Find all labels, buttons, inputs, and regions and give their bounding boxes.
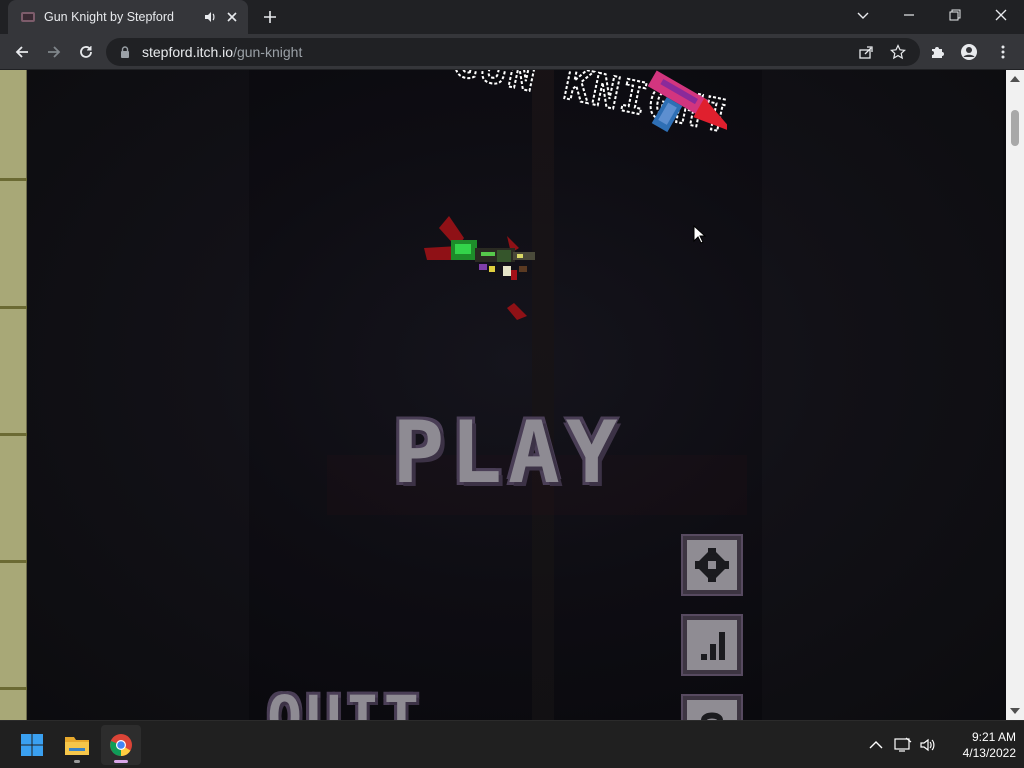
settings-button[interactable] xyxy=(683,536,741,594)
game-logo: GUN KNIGHT xyxy=(447,70,727,145)
menu-button[interactable] xyxy=(990,39,1016,65)
windows-taskbar: 9:21 AM 4/13/2022 xyxy=(0,720,1024,768)
browser-tab-bar: Gun Knight by Stepford xyxy=(0,0,1024,34)
clock-time: 9:21 AM xyxy=(971,730,1016,744)
puzzle-icon xyxy=(932,47,944,58)
url-host: stepford.itch.io xyxy=(142,44,234,60)
lock-icon[interactable] xyxy=(118,45,132,59)
strip-seam xyxy=(0,433,27,436)
strip-seam xyxy=(0,178,27,181)
taskbar-chrome[interactable] xyxy=(101,725,141,765)
url-text: stepford.itch.io/gun-knight xyxy=(142,44,302,60)
windows-start-icon xyxy=(21,734,43,756)
chevron-down-icon xyxy=(857,12,869,19)
tab-gun-knight[interactable]: Gun Knight by Stepford xyxy=(8,0,248,34)
bookmark-button[interactable] xyxy=(885,39,911,65)
bg-pillar xyxy=(762,70,1003,720)
knight-sprite xyxy=(424,216,535,320)
close-icon xyxy=(995,9,1007,21)
url-path: /gun-knight xyxy=(233,44,303,60)
new-tab-button[interactable] xyxy=(258,6,282,28)
share-button[interactable] xyxy=(853,39,879,65)
profile-button[interactable] xyxy=(956,39,982,65)
start-button[interactable] xyxy=(12,725,52,765)
strip-seam xyxy=(0,560,27,563)
reload-button[interactable] xyxy=(73,39,99,65)
active-indicator xyxy=(114,760,128,763)
tab-title: Gun Knight by Stepford xyxy=(44,10,174,24)
bg-beam xyxy=(532,70,554,720)
play-label: PLAY xyxy=(392,403,624,503)
taskbar-file-explorer[interactable] xyxy=(57,725,97,765)
browser-toolbar: stepford.itch.io/gun-knight xyxy=(0,34,1024,70)
audio-playing-icon[interactable] xyxy=(202,9,218,25)
tab-close-icon[interactable] xyxy=(224,9,240,25)
restore-icon xyxy=(949,9,961,21)
tab-search-button[interactable] xyxy=(840,0,886,30)
plus-icon xyxy=(264,11,276,23)
web-page: GUN KNIGHT PLAY QUIT xyxy=(0,70,1024,720)
network-button[interactable] xyxy=(891,733,915,757)
minimize-icon xyxy=(904,14,914,16)
account-icon xyxy=(961,44,977,60)
page-side-strip xyxy=(0,70,27,720)
quit-label: QUIT xyxy=(267,683,423,720)
chevron-up-icon xyxy=(869,741,883,749)
back-button[interactable] xyxy=(9,39,35,65)
quit-button[interactable]: QUIT xyxy=(265,688,425,720)
bg-pillar xyxy=(27,70,249,720)
system-clock[interactable]: 9:21 AM 4/13/2022 xyxy=(940,729,1016,761)
reload-icon xyxy=(80,46,92,58)
scroll-down-arrow-icon[interactable] xyxy=(1010,708,1020,714)
scroll-thumb[interactable] xyxy=(1011,110,1019,146)
game-canvas[interactable]: GUN KNIGHT PLAY QUIT xyxy=(27,70,1003,720)
leaderboard-icon xyxy=(701,632,725,660)
volume-button[interactable] xyxy=(916,733,940,757)
forward-button[interactable] xyxy=(41,39,67,65)
restore-button[interactable] xyxy=(932,0,978,30)
show-hidden-icons-button[interactable] xyxy=(864,733,888,757)
strip-seam xyxy=(0,306,27,309)
running-indicator xyxy=(74,760,80,763)
share-icon xyxy=(859,46,873,59)
help-icon xyxy=(701,712,724,720)
help-button[interactable] xyxy=(683,696,741,720)
clock-date: 4/13/2022 xyxy=(962,746,1016,760)
arrow-left-icon xyxy=(15,46,28,58)
more-vert-icon xyxy=(1001,45,1005,59)
arrow-right-icon xyxy=(48,46,61,58)
itch-favicon-icon xyxy=(21,12,35,22)
file-explorer-icon xyxy=(65,737,89,755)
address-bar[interactable]: stepford.itch.io/gun-knight xyxy=(106,38,920,66)
settings-icon xyxy=(695,548,729,582)
scroll-up-arrow-icon[interactable] xyxy=(1010,76,1020,82)
mouse-cursor-icon xyxy=(693,225,707,244)
minimize-button[interactable] xyxy=(886,0,932,30)
chrome-icon xyxy=(110,734,132,756)
volume-icon xyxy=(920,738,935,752)
network-icon xyxy=(894,737,912,752)
star-icon xyxy=(890,44,906,60)
strip-seam xyxy=(0,687,27,690)
play-button[interactable]: PLAY xyxy=(392,408,617,498)
extensions-button[interactable] xyxy=(924,39,950,65)
leaderboard-button[interactable] xyxy=(683,616,741,674)
close-window-button[interactable] xyxy=(978,0,1024,30)
page-scrollbar[interactable] xyxy=(1006,70,1024,720)
